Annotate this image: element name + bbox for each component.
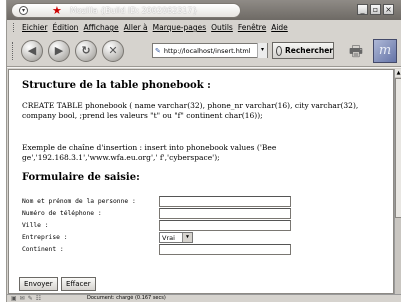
close-button[interactable]: × bbox=[383, 4, 394, 15]
mozilla-star-icon: ★ bbox=[52, 4, 62, 17]
submit-button[interactable]: Envoyer bbox=[19, 277, 58, 291]
browser-window: ▾ ★ Mozilla {Build ID: 2002062317} _ ▫ ×… bbox=[6, 0, 401, 302]
scroll-up-icon[interactable]: ▲ bbox=[395, 69, 401, 77]
navigation-toolbar: ◀ ▶ ↻ ✕ ✎ http://localhost/insert.html ▾… bbox=[7, 36, 401, 66]
menu-outils[interactable]: Outils bbox=[211, 23, 233, 32]
name-input[interactable] bbox=[159, 196, 291, 207]
phone-input[interactable] bbox=[159, 208, 291, 219]
menu-marque-pages[interactable]: Marque-pages bbox=[153, 23, 207, 32]
menu-affichage[interactable]: Affichage bbox=[83, 23, 118, 32]
label-city: Ville : bbox=[22, 222, 49, 229]
forward-arrow-icon[interactable]: ▶ bbox=[48, 40, 70, 62]
continent-input[interactable] bbox=[159, 244, 291, 255]
window-controls: _ ▫ × bbox=[357, 4, 394, 15]
menu-bar: Eichier Édition Affichage Aller à Marque… bbox=[7, 20, 401, 35]
status-bar: ▣ ✉ ✎ ☷ Document: chargé (0.167 secs) bbox=[7, 294, 401, 302]
label-phone: Numéro de téléphone : bbox=[22, 210, 102, 217]
navigator-icon[interactable]: ▣ bbox=[11, 295, 17, 302]
url-text[interactable]: http://localhost/insert.html bbox=[164, 47, 251, 55]
mail-icon[interactable]: ✉ bbox=[20, 295, 25, 302]
company-select[interactable]: Vrai ▼ bbox=[159, 232, 193, 243]
mozilla-throbber-icon[interactable]: m bbox=[373, 39, 397, 63]
title-bar[interactable]: ▾ ★ Mozilla {Build ID: 2002062317} _ ▫ × bbox=[7, 0, 401, 20]
menu-fichier[interactable]: Eichier bbox=[22, 23, 47, 32]
heading-structure: Structure de la table phonebook : bbox=[22, 80, 211, 91]
vertical-scrollbar[interactable]: ▲ bbox=[394, 69, 401, 294]
menubar-grip[interactable] bbox=[13, 23, 16, 32]
address-book-icon[interactable]: ☷ bbox=[36, 295, 41, 302]
create-table-text: CREATE TABLE phonebook ( name varchar(32… bbox=[22, 101, 359, 120]
search-button[interactable]: Rechercher bbox=[272, 42, 334, 59]
reset-button[interactable]: Effacer bbox=[61, 277, 96, 291]
reload-icon[interactable]: ↻ bbox=[75, 40, 97, 62]
window-menu-icon[interactable]: ▾ bbox=[19, 6, 28, 15]
label-name: Nom et prénom de la personne : bbox=[22, 198, 136, 205]
menu-edition[interactable]: Édition bbox=[52, 23, 78, 32]
title-pill: ▾ ★ Mozilla {Build ID: 2002062317} bbox=[11, 3, 241, 18]
menu-aller-a[interactable]: Aller à bbox=[124, 23, 148, 32]
minimize-button[interactable]: _ bbox=[357, 4, 368, 15]
status-text: Document: chargé (0.167 secs) bbox=[87, 295, 166, 301]
window-title: Mozilla {Build ID: 2002062317} bbox=[70, 6, 198, 15]
chevron-down-icon[interactable]: ▼ bbox=[182, 233, 192, 242]
label-company: Entreprise : bbox=[22, 234, 68, 241]
toolbar-separator bbox=[7, 66, 401, 68]
back-arrow-icon[interactable]: ◀ bbox=[21, 40, 43, 62]
toolbar-grip[interactable] bbox=[12, 42, 15, 60]
menu-aide[interactable]: Aide bbox=[271, 23, 288, 32]
label-continent: Continent : bbox=[22, 246, 64, 253]
composer-icon[interactable]: ✎ bbox=[28, 295, 33, 302]
scroll-thumb[interactable] bbox=[395, 78, 401, 218]
stop-icon[interactable]: ✕ bbox=[102, 40, 124, 62]
maximize-button[interactable]: ▫ bbox=[370, 4, 381, 15]
example-insert-text: Exemple de chaîne d'insertion : insert i… bbox=[22, 143, 277, 162]
search-icon bbox=[276, 45, 282, 56]
city-input[interactable] bbox=[159, 220, 291, 231]
print-icon[interactable]: 🖶 bbox=[345, 42, 367, 60]
menu-fenetre[interactable]: Fenêtre bbox=[238, 23, 266, 32]
page-icon: ✎ bbox=[155, 46, 161, 55]
status-icons: ▣ ✉ ✎ ☷ bbox=[11, 295, 41, 302]
company-select-value: Vrai bbox=[162, 233, 175, 242]
search-label: Rechercher bbox=[284, 46, 333, 55]
url-dropdown-icon[interactable]: ▾ bbox=[257, 43, 267, 58]
content-area: Structure de la table phonebook : CREATE… bbox=[8, 69, 394, 294]
url-bar[interactable]: ✎ http://localhost/insert.html ▾ bbox=[152, 43, 268, 58]
heading-form: Formulaire de saisie: bbox=[22, 172, 140, 183]
